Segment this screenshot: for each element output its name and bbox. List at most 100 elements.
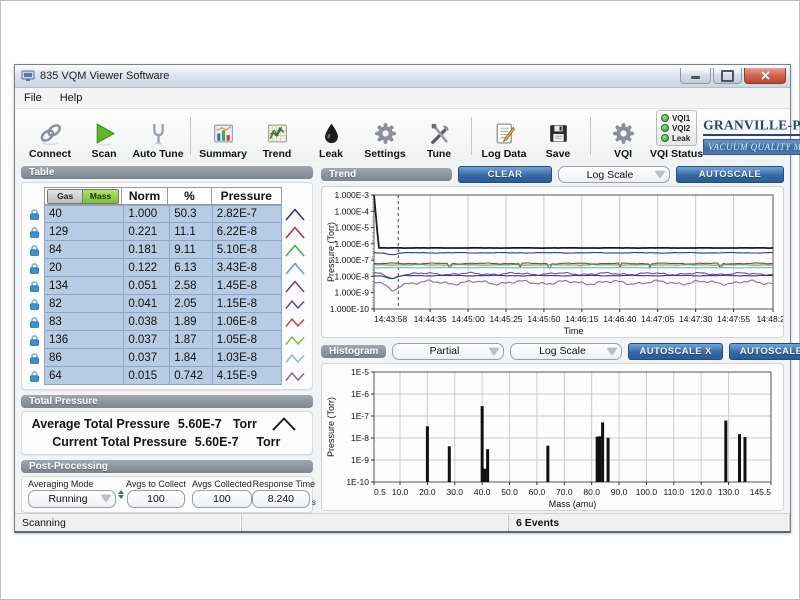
cell-pct: 6.13 [170, 259, 213, 277]
lock-icon[interactable] [24, 205, 44, 223]
toolbar-label-save: Save [546, 148, 571, 160]
maximize-button[interactable] [713, 68, 742, 84]
histogram-scale-dropdown[interactable]: Log Scale [510, 343, 622, 360]
row-sparkline [282, 223, 308, 241]
cell-press: 1.15E-8 [213, 295, 282, 313]
trend-clear-button[interactable]: CLEAR [458, 166, 552, 183]
table-row[interactable]: 200.1226.133.43E-8 [24, 259, 308, 277]
gas-mass-toggle[interactable]: Gas Mass [47, 189, 119, 204]
col-header-pressure: Pressure [212, 187, 283, 205]
lock-icon[interactable] [24, 277, 44, 295]
toolbar-button-log-data[interactable]: Log Data [477, 111, 531, 161]
toolbar-label-tune: Tune [427, 148, 451, 160]
table-row[interactable]: 401.00050.32.82E-7 [24, 205, 308, 223]
toolbar-button-auto-tune[interactable]: Auto Tune [131, 111, 185, 161]
status-led-icon [661, 134, 669, 142]
post-processing-panel: Averaging Mode Running Avgs to Collect 1… [21, 476, 313, 513]
histogram-header: Histogram Partial Log Scale AUTOSCALE X … [321, 343, 784, 360]
vqi-status-item-leak: Leak [661, 133, 690, 143]
close-button[interactable] [744, 68, 786, 84]
chevron-down-icon [101, 495, 111, 502]
histogram-autoscale-y-button[interactable]: AUTOSCALE Y [729, 343, 800, 360]
toggle-gas[interactable]: Gas [48, 190, 82, 203]
avgs-to-collect-stepper[interactable] [118, 490, 124, 499]
trend-header: Trend CLEAR Log Scale AUTOSCALE [321, 166, 784, 183]
cell-mass: 83 [44, 313, 124, 331]
lock-icon[interactable] [24, 367, 44, 385]
svg-text:Mass (amu): Mass (amu) [549, 499, 597, 509]
table-row[interactable]: 840.1819.115.10E-8 [24, 241, 308, 259]
minimize-button[interactable] [680, 68, 711, 84]
droplet-icon [319, 121, 344, 146]
menu-file[interactable]: File [15, 90, 51, 106]
trend-autoscale-button[interactable]: AUTOSCALE [676, 166, 784, 183]
svg-text:30.0: 30.0 [446, 487, 463, 497]
toolbar-button-connect[interactable]: Connect [23, 111, 77, 161]
toolbar-button-save[interactable]: Save [531, 111, 585, 161]
trend-scale-dropdown[interactable]: Log Scale [558, 166, 670, 183]
gear-icon [611, 121, 636, 146]
menu-help[interactable]: Help [51, 90, 92, 106]
table-row[interactable]: 1360.0371.871.05E-8 [24, 331, 308, 349]
svg-text:14:43:58: 14:43:58 [374, 314, 407, 324]
table-row[interactable]: 860.0371.841.03E-8 [24, 349, 308, 367]
cell-press: 2.82E-7 [213, 205, 282, 223]
lock-icon[interactable] [24, 331, 44, 349]
table-row[interactable]: 640.0150.7424.15E-9 [24, 367, 308, 385]
link-icon [38, 121, 63, 146]
svg-text:14:47:05: 14:47:05 [641, 314, 674, 324]
toolbar: ConnectScanAuto TuneSummaryTrendLeakSett… [15, 109, 790, 164]
toolbar-button-leak[interactable]: Leak [304, 111, 358, 161]
histogram-partial-dropdown[interactable]: Partial [392, 343, 504, 360]
cell-press: 1.06E-8 [213, 313, 282, 331]
cell-norm: 0.122 [124, 259, 170, 277]
averaging-mode-dropdown[interactable]: Running [28, 490, 116, 508]
total-pressure-unit: Torr [256, 435, 298, 449]
cell-pct: 11.1 [170, 223, 213, 241]
status-scanning: Scanning [15, 514, 242, 531]
histogram-chart[interactable]: 1E-51E-61E-71E-81E-91E-100.510.020.030.0… [321, 363, 784, 511]
toolbar-label-trend: Trend [263, 148, 292, 160]
svg-text:1.000E-3: 1.000E-3 [335, 190, 370, 200]
toolbar-button-summary[interactable]: Summary [196, 111, 250, 161]
lock-icon[interactable] [24, 349, 44, 367]
svg-text:1E-5: 1E-5 [351, 367, 369, 377]
avgs-to-collect-input[interactable]: 100 [127, 490, 185, 508]
lock-icon[interactable] [24, 313, 44, 331]
table-row[interactable]: 1290.22111.16.22E-8 [24, 223, 308, 241]
histogram-partial-value: Partial [430, 345, 460, 357]
avgs-collected-value: 100 [192, 490, 252, 508]
vqi-status-label: VQI2 [672, 124, 690, 133]
svg-text:20.0: 20.0 [419, 487, 436, 497]
cell-press: 5.10E-8 [213, 241, 282, 259]
svg-text:14:47:30: 14:47:30 [679, 314, 712, 324]
lock-icon[interactable] [24, 223, 44, 241]
svg-text:60.0: 60.0 [529, 487, 546, 497]
toolbar-button-tune[interactable]: Tune [412, 111, 466, 161]
row-sparkline [282, 241, 308, 259]
toolbar-button-trend[interactable]: Trend [250, 111, 304, 161]
toggle-mass[interactable]: Mass [82, 190, 117, 203]
avgs-collected-label: Avgs Collected [192, 479, 252, 489]
cell-mass: 20 [44, 259, 124, 277]
svg-text:14:45:00: 14:45:00 [452, 314, 485, 324]
lock-icon[interactable] [24, 259, 44, 277]
lock-icon[interactable] [24, 241, 44, 259]
histogram-autoscale-x-button[interactable]: AUTOSCALE X [628, 343, 722, 360]
cell-pct: 2.05 [170, 295, 213, 313]
cell-mass: 82 [44, 295, 124, 313]
toolbar-button-scan[interactable]: Scan [77, 111, 131, 161]
svg-text:14:45:25: 14:45:25 [489, 314, 522, 324]
table-row[interactable]: 820.0412.051.15E-8 [24, 295, 308, 313]
table-header-row: Gas Mass Norm % Pressure [24, 187, 308, 205]
table-row[interactable]: 830.0381.891.06E-8 [24, 313, 308, 331]
cell-pct: 0.742 [170, 367, 213, 385]
svg-text:14:44:35: 14:44:35 [414, 314, 447, 324]
avgs-to-collect-field: Avgs to Collect 100 [126, 479, 186, 508]
table-row[interactable]: 1340.0512.581.45E-8 [24, 277, 308, 295]
lock-icon[interactable] [24, 295, 44, 313]
vqi-status-label: Leak [672, 134, 690, 143]
toolbar-button-vqi[interactable]: VQI [596, 111, 650, 161]
trend-chart[interactable]: 1.000E-31.000E-41.000E-51.000E-61.000E-7… [321, 186, 784, 338]
toolbar-button-settings[interactable]: Settings [358, 111, 412, 161]
